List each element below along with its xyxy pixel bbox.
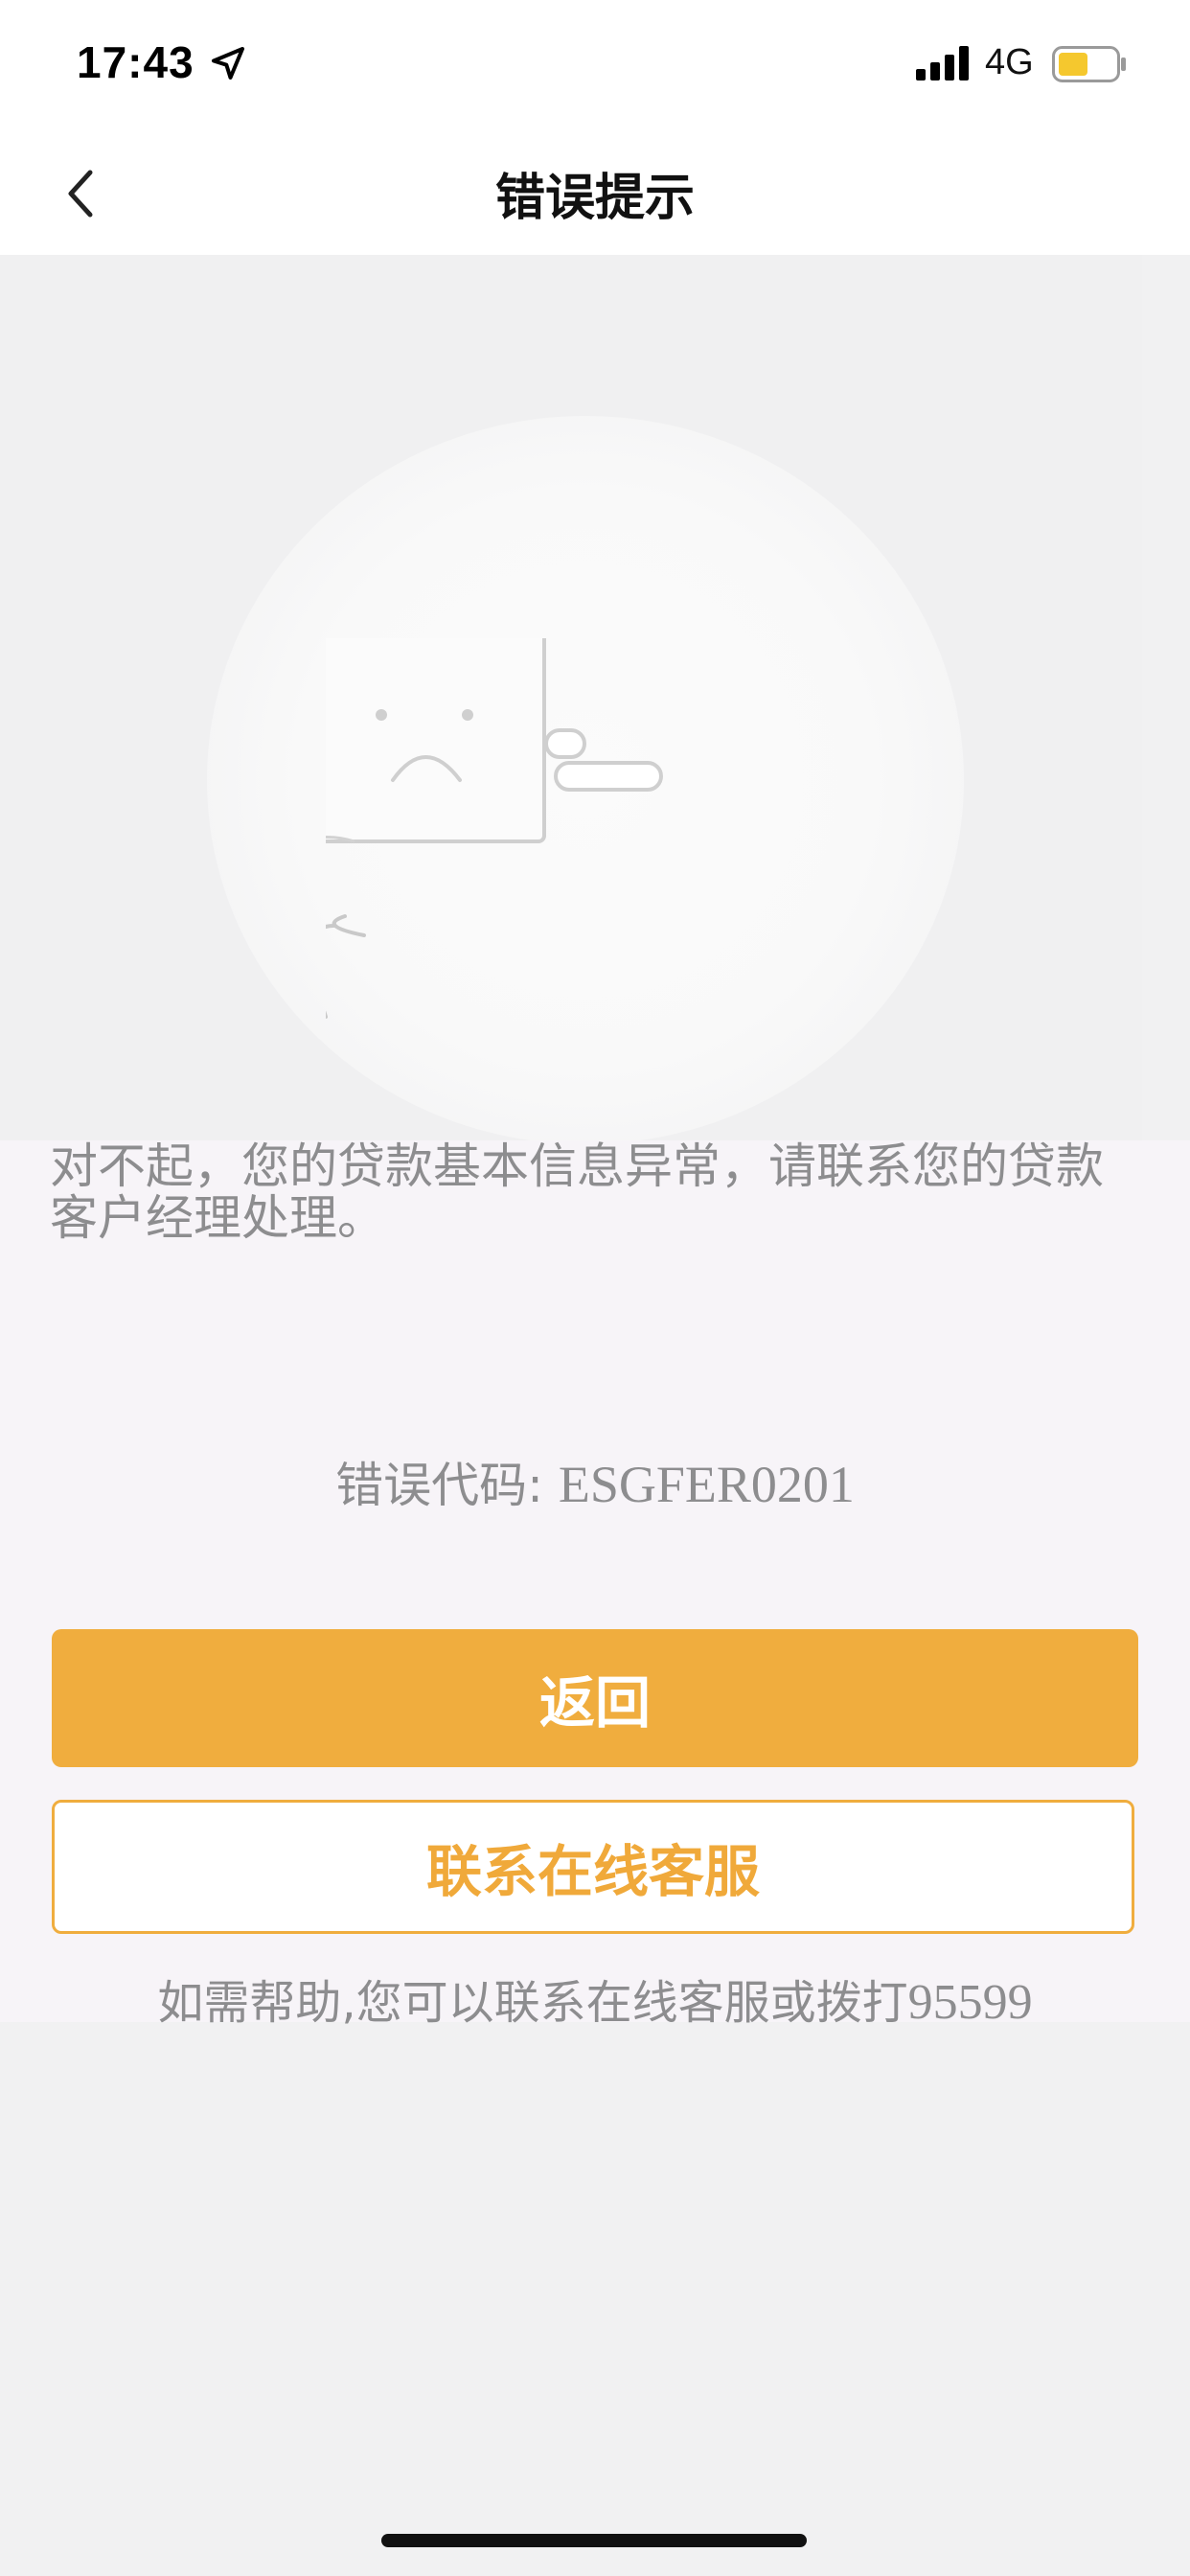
network-type: 4G: [985, 42, 1034, 82]
illustration-area: [0, 255, 1142, 1140]
status-time: 17:43: [77, 37, 195, 87]
error-code-value: ESGFER0201: [558, 1456, 855, 1513]
help-text-label: 如需帮助,您可以联系在线客服或拨打: [157, 1976, 908, 2030]
return-button[interactable]: 返回: [52, 1629, 1138, 1767]
help-text: 如需帮助,您可以联系在线客服或拨打95599: [0, 1965, 1190, 2032]
page-title: 错误提示: [494, 170, 695, 227]
error-code: 错误代码: ESGFER0201: [0, 1447, 1190, 1516]
error-code-label: 错误代码:: [335, 1458, 559, 1513]
cellular-signal-icon: [916, 46, 969, 80]
error-message: 对不起，您的贷款基本信息异常，请联系您的贷款客户经理处理。: [50, 1138, 1104, 1246]
contact-online-service-button[interactable]: 联系在线客服: [52, 1800, 1134, 1934]
help-phone-number[interactable]: 95599: [908, 1975, 1033, 2030]
navigation-bar: 错误提示: [0, 126, 1190, 255]
sad-window-icon: [326, 638, 663, 1019]
home-indicator[interactable]: [381, 2534, 807, 2547]
content-area: 对不起，您的贷款基本信息异常，请联系您的贷款客户经理处理。 错误代码: ESGF…: [0, 1138, 1190, 2030]
status-bar: 17:43 4G: [0, 0, 1190, 126]
location-arrow-icon: [212, 47, 244, 80]
battery-icon: [1052, 46, 1126, 82]
